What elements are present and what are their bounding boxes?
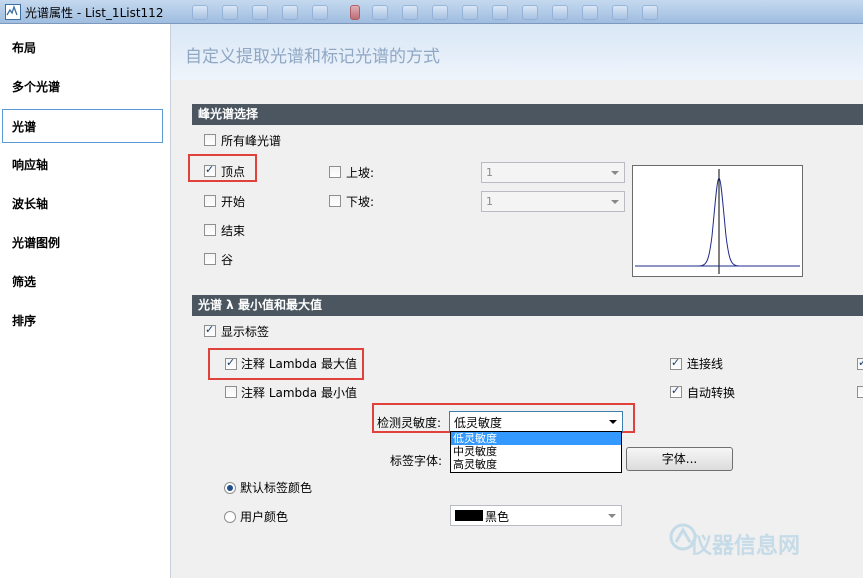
show-labels-label: 显示标签 <box>221 325 270 339</box>
end-checkbox[interactable] <box>204 224 216 236</box>
upslope-checkbox[interactable] <box>329 166 341 178</box>
toolbar-blur-icon <box>582 5 598 20</box>
toolbar-blur-icon <box>192 5 208 20</box>
upslope-select[interactable]: 1 <box>481 162 625 183</box>
downslope-label: 下坡: <box>346 195 375 209</box>
page-title: 自定义提取光谱和标记光谱的方式 <box>185 47 440 67</box>
upslope-value: 1 <box>486 166 493 179</box>
connect-line-label: 连接线 <box>687 357 724 371</box>
peak-curve-icon <box>635 169 800 274</box>
user-color-value: 黑色 <box>485 510 510 524</box>
toolbar-blur-icon <box>522 5 538 20</box>
sidebar-item-spectrum[interactable]: 光谱 <box>2 109 163 143</box>
annotate-min-checkbox[interactable] <box>225 386 237 398</box>
toolbar-blur-icon <box>372 5 388 20</box>
extra-checkbox[interactable] <box>857 386 863 398</box>
watermark-text: 仪器信息网 <box>690 534 801 559</box>
chevron-down-icon <box>609 420 617 424</box>
toolbar-blur-icon <box>642 5 658 20</box>
toolbar-blur-icon <box>222 5 238 20</box>
label-font-label: 标签字体: <box>390 454 443 468</box>
toolbar-blur-icon <box>252 5 268 20</box>
annotate-min-label: 注释 Lambda 最小值 <box>241 386 357 400</box>
apex-checkbox[interactable] <box>204 163 216 177</box>
chevron-down-icon <box>611 171 619 175</box>
end-label: 结束 <box>221 224 246 238</box>
start-label: 开始 <box>221 195 246 209</box>
auto-rotate-checkbox[interactable] <box>670 384 682 398</box>
all-peaks-label: 所有峰光谱 <box>221 134 282 148</box>
start-checkbox[interactable] <box>204 195 216 207</box>
user-color-radio[interactable] <box>224 511 236 523</box>
valley-checkbox[interactable] <box>204 253 216 265</box>
toolbar-blur-icon <box>350 5 360 20</box>
font-button[interactable]: 字体... <box>626 447 733 471</box>
section-header-peak: 峰光谱选择 <box>192 104 863 125</box>
section-header-lambda: 光谱 λ 最小值和最大值 <box>192 295 863 316</box>
sensitivity-option-low[interactable]: 低灵敏度 <box>451 432 621 445</box>
toolbar-blur-icon <box>432 5 448 20</box>
default-color-label: 默认标签颜色 <box>240 481 313 495</box>
downslope-select[interactable]: 1 <box>481 191 625 212</box>
apex-label: 顶点 <box>221 165 246 179</box>
page-header: 自定义提取光谱和标记光谱的方式 <box>171 24 863 80</box>
color-swatch <box>455 510 483 521</box>
default-color-radio[interactable] <box>224 482 236 494</box>
sidebar-item-multi-spectra[interactable]: 多个光谱 <box>0 70 163 104</box>
toolbar-blur-icon <box>492 5 508 20</box>
sidebar-item-response-axis[interactable]: 响应轴 <box>0 148 163 182</box>
downslope-value: 1 <box>486 195 493 208</box>
toolbar-blur-icon <box>402 5 418 20</box>
sensitivity-dropdown-list: 低灵敏度 中灵敏度 高灵敏度 <box>450 431 622 473</box>
annotate-max-checkbox[interactable] <box>225 356 237 370</box>
toolbar-blur-icon <box>312 5 328 20</box>
sensitivity-value: 低灵敏度 <box>454 416 503 430</box>
sidebar-item-sort[interactable]: 排序 <box>0 304 163 338</box>
extra-checkbox[interactable] <box>857 356 863 370</box>
user-color-select[interactable]: 黑色 <box>450 505 622 526</box>
annotate-max-label: 注释 Lambda 最大值 <box>241 357 357 371</box>
title-bar: 光谱属性 - List_1List112 <box>0 0 863 24</box>
show-labels-checkbox[interactable] <box>204 323 216 337</box>
sensitivity-option-medium[interactable]: 中灵敏度 <box>451 445 621 458</box>
sensitivity-option-high[interactable]: 高灵敏度 <box>451 458 621 471</box>
app-icon <box>5 4 21 20</box>
toolbar-blur-icon <box>552 5 568 20</box>
peak-preview <box>632 165 803 277</box>
sidebar-item-layout[interactable]: 布局 <box>0 31 163 65</box>
toolbar-blur-icon <box>282 5 298 20</box>
sidebar-item-filter[interactable]: 筛选 <box>0 265 163 299</box>
all-peaks-checkbox[interactable] <box>204 134 216 146</box>
upslope-label: 上坡: <box>346 166 375 180</box>
user-color-label: 用户颜色 <box>240 510 289 524</box>
chevron-down-icon <box>611 200 619 204</box>
toolbar-blur-icon <box>612 5 628 20</box>
connect-line-checkbox[interactable] <box>670 356 682 370</box>
chevron-down-icon <box>608 514 616 518</box>
auto-rotate-label: 自动转换 <box>687 386 736 400</box>
sidebar-item-spectrum-legend[interactable]: 光谱图例 <box>0 226 163 260</box>
valley-label: 谷 <box>221 253 234 267</box>
sensitivity-select[interactable]: 低灵敏度 <box>449 411 623 432</box>
toolbar-blur-icon <box>462 5 478 20</box>
sidebar-item-wavelength-axis[interactable]: 波长轴 <box>0 187 163 221</box>
window-title: 光谱属性 - List_1List112 <box>25 6 164 20</box>
downslope-checkbox[interactable] <box>329 195 341 207</box>
sidebar <box>0 24 171 578</box>
sensitivity-label: 检测灵敏度: <box>377 416 442 430</box>
